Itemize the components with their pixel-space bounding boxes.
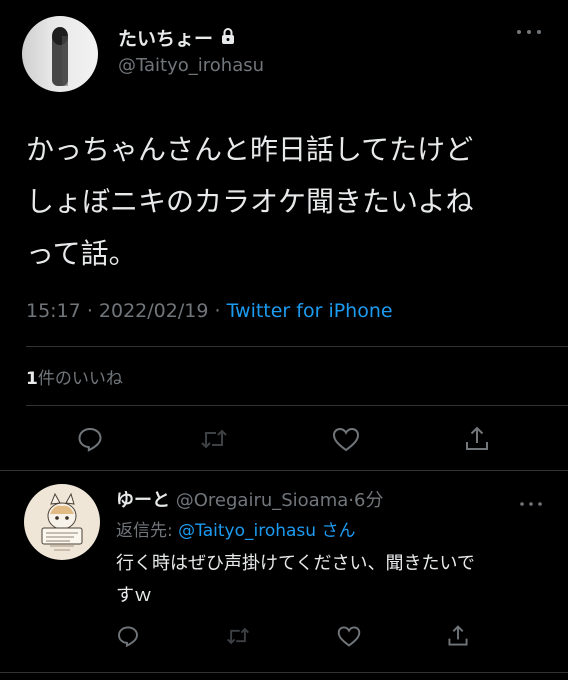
reply-handle[interactable]: @Oregairu_Sioama: [176, 490, 349, 511]
heart-icon: [332, 427, 360, 452]
likes-count-row[interactable]: 1件のいいね: [26, 364, 123, 389]
bottom-divider: [0, 672, 568, 673]
reply-icon: [78, 427, 102, 452]
tweet-text-line-3: って話。: [26, 237, 137, 270]
likes-label: 件のいいね: [37, 369, 123, 389]
replying-to-handle[interactable]: @Taityo_irohasu: [178, 521, 316, 541]
lock-icon: [219, 27, 237, 49]
tweet-metadata: 15:17 · 2022/02/19 · Twitter for iPhone: [26, 300, 393, 322]
meta-separator: ·: [214, 300, 221, 322]
tweet-date[interactable]: 2022/02/19: [99, 300, 209, 322]
replying-to-suffix: さん: [321, 521, 356, 541]
reply-avatar[interactable]: [24, 484, 100, 560]
tweet-source-link[interactable]: Twitter for iPhone: [227, 300, 393, 322]
reply-more-options-icon[interactable]: [518, 494, 544, 513]
divider: [26, 346, 568, 347]
reply-text-line-1: 行く時はぜひ声掛けてください、聞きたいで: [116, 553, 475, 574]
retweet-icon: [201, 429, 227, 449]
share-icon: [466, 426, 488, 450]
reply-like-button[interactable]: [336, 624, 362, 648]
reply-text: 行く時はぜひ声掛けてください、聞きたいで すｗ: [116, 548, 475, 612]
reply-text-line-2: すｗ: [116, 585, 152, 606]
retweet-icon: [227, 627, 249, 645]
reply-display-name[interactable]: ゆーと: [116, 490, 170, 511]
share-icon: [448, 625, 468, 646]
reply-time[interactable]: 6分: [354, 490, 383, 511]
meta-separator: ·: [86, 300, 93, 322]
retweet-button[interactable]: [200, 425, 228, 453]
tweet-text: かっちゃんさんと昨日話してたけど しょぼニキのカラオケ聞きたいよね って話。: [26, 124, 473, 280]
tweet-time[interactable]: 15:17: [26, 300, 81, 322]
reply-button[interactable]: [76, 425, 104, 453]
reply-reply-button[interactable]: [116, 624, 140, 648]
divider: [26, 405, 568, 406]
author-display-name[interactable]: たいちょー: [118, 24, 213, 51]
tweet-text-line-2: しょぼニキのカラオケ聞きたいよね: [26, 185, 474, 218]
more-options-icon[interactable]: [514, 24, 544, 43]
avatar-figure: [52, 27, 68, 86]
reply-icon: [118, 626, 138, 648]
tweet-text-line-1: かっちゃんさんと昨日話してたけど: [26, 133, 474, 166]
reply-share-button[interactable]: [446, 624, 470, 648]
like-button[interactable]: [331, 425, 361, 453]
author-avatar[interactable]: [22, 16, 98, 92]
replying-to: 返信先: @Taityo_irohasu さん: [116, 516, 355, 541]
likes-count: 1: [26, 369, 38, 389]
replying-to-label: 返信先:: [116, 521, 173, 541]
reply-retweet-button[interactable]: [226, 624, 250, 648]
avatar-drawing: [41, 492, 83, 551]
share-button[interactable]: [463, 425, 491, 453]
author-handle[interactable]: @Taityo_irohasu: [118, 55, 264, 76]
section-divider: [0, 470, 568, 471]
heart-icon: [337, 626, 361, 647]
